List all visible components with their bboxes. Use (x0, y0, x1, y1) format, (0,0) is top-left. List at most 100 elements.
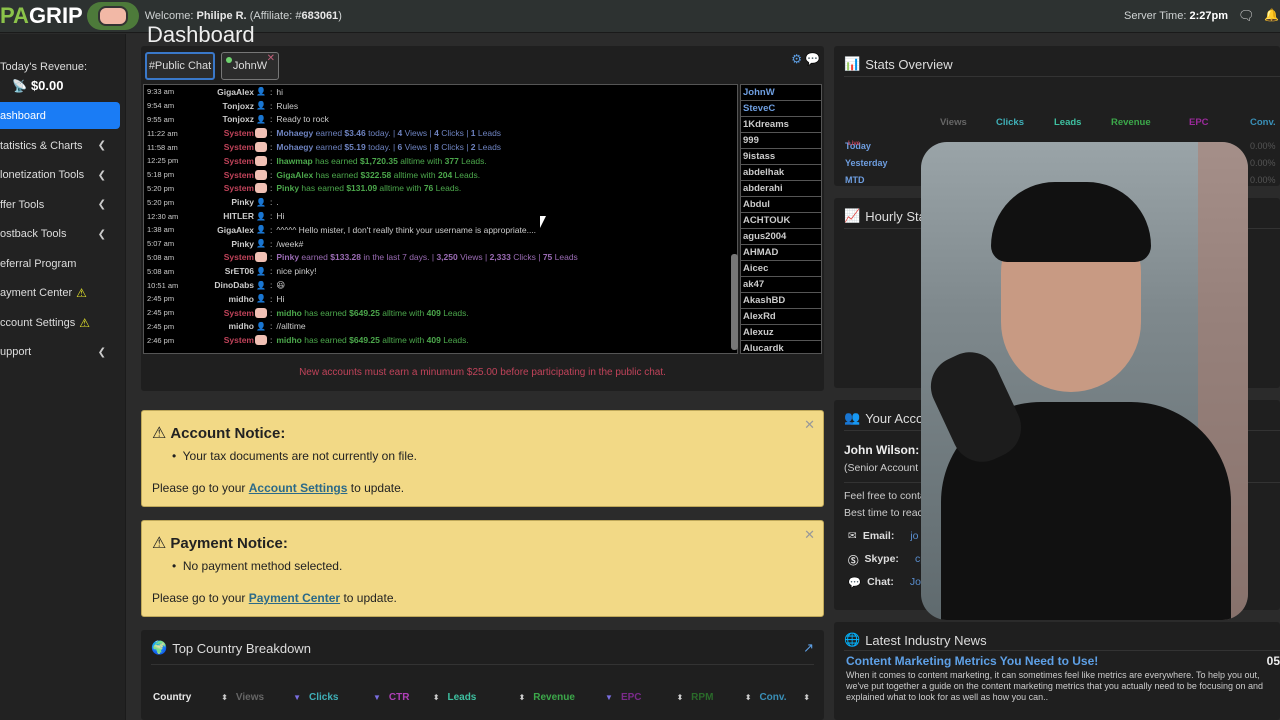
message-time: 5:07 am (147, 239, 175, 249)
message-username[interactable]: Tonjoxz (204, 114, 254, 124)
message-username[interactable]: System (204, 142, 254, 152)
sidebar-item-3[interactable]: ffer Tools ❮ (0, 190, 120, 220)
chat-bubbles-icon[interactable]: 💬 (805, 52, 820, 66)
column-header-revenue[interactable]: Revenue ▼ (533, 692, 621, 703)
online-user[interactable]: Alexuz (741, 325, 821, 341)
message-username[interactable]: HITLER (204, 211, 254, 221)
message-username[interactable]: midho (204, 321, 255, 331)
page-title: Dashboard (147, 22, 255, 47)
news-date: 05 (1266, 654, 1280, 668)
affiliate-id: 683061 (301, 10, 339, 22)
logo[interactable]: PAGRIP (0, 0, 139, 33)
message-time: 9:33 am (147, 87, 175, 97)
column-header-clicks[interactable]: Clicks ▼ (309, 692, 389, 703)
sidebar-item-1[interactable]: tatistics & Charts ❮ (0, 131, 120, 161)
external-link-icon[interactable]: ↗ (803, 640, 814, 656)
online-user[interactable]: ak47 (741, 277, 821, 293)
online-user[interactable]: 9istass (741, 149, 821, 165)
broadcast-icon: 📡 (12, 78, 27, 93)
online-user[interactable]: JohnW (741, 85, 821, 101)
message-username[interactable]: Tonjoxz (204, 101, 254, 111)
message-time: 5:08 am (147, 266, 175, 276)
column-header-epc[interactable]: EPC ⬍ (621, 692, 691, 703)
message-text: Mohaegy earned $5.19 today. | 6 Views | … (276, 142, 502, 153)
account-settings-link[interactable]: Account Settings (249, 481, 348, 495)
chat-log[interactable]: 9:33 am GigaAlex 👤: hi 9:54 am Tonjoxz 👤: Rules… (143, 84, 738, 354)
message-username[interactable]: SrET06 (204, 266, 254, 276)
column-header-conv[interactable]: Conv. ⬍ (759, 692, 818, 703)
online-user[interactable]: 1Kdreams (741, 117, 821, 133)
message-username[interactable]: System (204, 128, 254, 138)
online-user[interactable]: AkashBD (741, 293, 821, 309)
message-username[interactable]: midho (204, 294, 255, 304)
todays-revenue-label: Today's Revenue: (0, 61, 88, 73)
message-username[interactable]: System (204, 252, 254, 262)
online-user[interactable]: 999 (741, 133, 821, 149)
chat-message: 12:30 am HITLER 👤: Hi (144, 209, 737, 223)
message-time: 2:46 pm (147, 335, 175, 345)
manager-role: (Senior Account (844, 462, 919, 474)
globe-icon: 🌐 (844, 632, 861, 647)
sidebar-item-5[interactable]: eferral Program (0, 249, 120, 279)
column-header-leads[interactable]: Leads ⬍ (447, 692, 533, 703)
chat-message: 9:55 am Tonjoxz 👤: Ready to rock (144, 113, 737, 127)
payment-notice-item: • No payment method selected. (172, 559, 343, 573)
chat-scrollbar[interactable] (731, 254, 738, 350)
chevron-left-icon: ❮ (97, 228, 106, 240)
manager-email-link[interactable]: jo (910, 530, 918, 542)
tab-johnw[interactable]: JohnW ✕ (221, 52, 279, 80)
news-article-link[interactable]: Content Marketing Metrics You Need to Us… (846, 654, 1098, 668)
country-breakdown-title: Top Country Breakdown (172, 640, 311, 656)
sidebar-item-6[interactable]: ayment Center ⚠ (0, 279, 120, 309)
message-text: GigaAlex has earned $322.58 alltime with… (276, 169, 481, 180)
online-status-icon (226, 57, 232, 63)
gear-icon[interactable]: ⚙ (791, 52, 802, 66)
online-user[interactable]: Abdul (741, 197, 821, 213)
hourly-stats-title: Hourly Sta (865, 208, 926, 224)
online-user[interactable]: agus2004 (741, 229, 821, 245)
message-username[interactable]: Pinky (204, 239, 254, 249)
column-header-rpm[interactable]: RPM ⬍ (691, 692, 759, 703)
sidebar-item-0[interactable]: ashboard (0, 102, 120, 129)
user-avatar-icon: 👤 (256, 294, 266, 304)
online-user[interactable]: SteveC (741, 101, 821, 117)
tab-public-chat[interactable]: #Public Chat (145, 52, 215, 80)
sort-desc-icon: ▼ (373, 693, 381, 702)
message-username[interactable]: System (204, 170, 254, 180)
message-username[interactable]: Pinky (204, 197, 254, 207)
online-user[interactable]: ACHTOUK (741, 213, 821, 229)
online-user[interactable]: Alucardk (741, 341, 821, 353)
chat-bubbles-icon[interactable]: 🗨 (1238, 8, 1255, 23)
message-username[interactable]: System (204, 183, 254, 193)
message-username[interactable]: GigaAlex (204, 87, 254, 97)
message-username[interactable]: System (204, 308, 254, 318)
message-username[interactable]: DinoDabs (204, 280, 254, 290)
user-avatar-icon: 👤 (256, 239, 266, 249)
sidebar-item-8[interactable]: upport ❮ (0, 338, 120, 368)
sidebar-item-2[interactable]: lonetization Tools ❮ (0, 161, 120, 191)
payment-center-link[interactable]: Payment Center (249, 591, 340, 605)
sidebar-item-4[interactable]: ostback Tools ❮ (0, 220, 120, 250)
online-user[interactable]: abdelhak (741, 165, 821, 181)
message-username[interactable]: System (204, 156, 254, 166)
message-time: 5:20 pm (147, 183, 175, 193)
sidebar-item-7[interactable]: ccount Settings ⚠ (0, 308, 120, 338)
manager-chat-link[interactable]: Jo (910, 576, 921, 589)
close-icon[interactable]: ✕ (804, 527, 815, 543)
webcam-overlay (921, 142, 1248, 620)
close-icon[interactable]: ✕ (804, 417, 815, 433)
stats-column-header: Clicks (996, 117, 1024, 128)
online-user[interactable]: abderahi (741, 181, 821, 197)
sidebar-item-label: lonetization Tools (0, 169, 85, 182)
column-header-ctr[interactable]: CTR ⬍ (389, 692, 448, 703)
online-user[interactable]: Aicec (741, 261, 821, 277)
message-username[interactable]: GigaAlex (204, 225, 254, 235)
column-header-country[interactable]: Country ⬍ (153, 692, 236, 703)
close-icon[interactable]: ✕ (267, 53, 275, 64)
bell-icon[interactable]: 🔔 (1264, 8, 1279, 22)
column-header-views[interactable]: Views ▼ (236, 692, 309, 703)
online-user[interactable]: AHMAD (741, 245, 821, 261)
online-user[interactable]: AlexRd (741, 309, 821, 325)
chat-message: 5:18 pm System: GigaAlex has earned $322.5… (144, 168, 737, 182)
message-username[interactable]: System (204, 335, 254, 345)
